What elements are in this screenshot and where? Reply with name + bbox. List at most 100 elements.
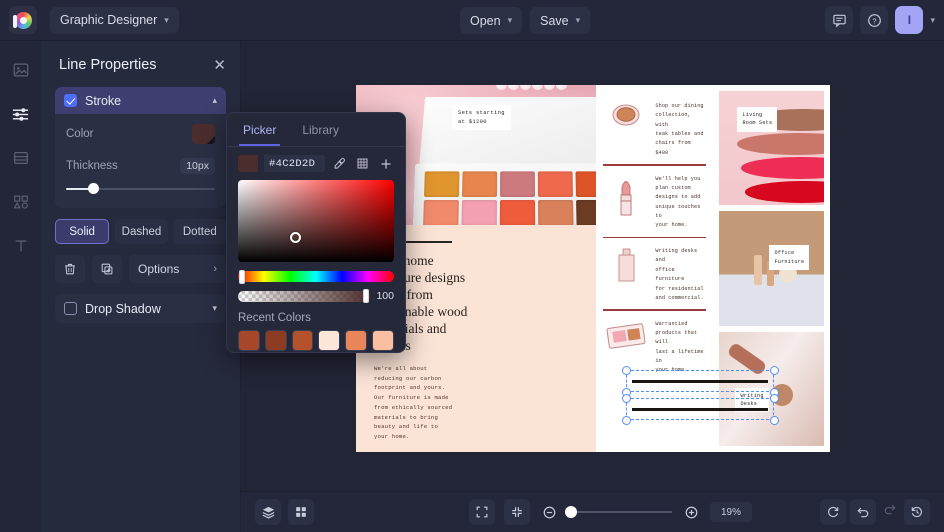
zoom-slider-handle[interactable] (565, 506, 577, 518)
recent-color-swatch[interactable] (318, 330, 341, 351)
grid-view-button[interactable] (288, 499, 314, 525)
chevron-down-icon: ▾ (575, 15, 581, 25)
thickness-value[interactable]: 10px (180, 158, 215, 174)
add-color-button[interactable] (377, 155, 394, 172)
line-style-dotted[interactable]: Dotted (173, 219, 226, 244)
duplicate-button[interactable] (92, 255, 122, 283)
photo-card[interactable]: Living Room Sets (719, 91, 824, 206)
line-style-dashed[interactable]: Dashed (115, 219, 168, 244)
redo-button[interactable] (880, 499, 900, 519)
recent-color-swatch[interactable] (345, 330, 368, 351)
eyedropper-button[interactable] (331, 155, 348, 172)
list-item[interactable]: Writing desks and office furniture for r… (603, 238, 706, 309)
history-button[interactable] (904, 499, 930, 525)
options-button[interactable]: Options › (129, 255, 226, 283)
help-button[interactable]: ? (860, 6, 889, 34)
line-style-segmented-control: Solid Dashed Dotted (55, 219, 226, 244)
account-chevron-down-icon[interactable]: ▾ (930, 15, 935, 26)
thickness-row: Thickness 10px (66, 158, 215, 174)
undo-button[interactable] (850, 499, 876, 525)
stroke-checkbox[interactable] (64, 94, 77, 107)
fullscreen-icon (476, 506, 488, 518)
color-label: Color (66, 128, 94, 140)
makeup-palette (412, 97, 597, 226)
drop-shadow-checkbox[interactable] (64, 302, 77, 315)
zoom-level[interactable]: 19% (710, 502, 752, 522)
list-item[interactable]: We'll help you plan custom designs to ad… (603, 166, 706, 237)
fullscreen-button[interactable] (469, 499, 495, 525)
palette-grid-button[interactable] (354, 155, 371, 172)
comment-button[interactable] (825, 6, 854, 34)
hex-input[interactable]: #4C2D2D (264, 155, 325, 172)
resize-handle-top-right[interactable] (769, 393, 779, 403)
layers-icon (262, 506, 274, 519)
resize-handle-bottom-left[interactable] (621, 415, 631, 425)
close-icon[interactable]: ✕ (213, 58, 226, 73)
artboard[interactable]: Sets starting at $1200 from home furnitu… (356, 85, 830, 452)
saturation-value-area[interactable] (238, 180, 394, 262)
photo-card[interactable]: Office Furniture (719, 211, 824, 326)
save-button[interactable]: Save ▾ (530, 7, 591, 34)
grid-icon (357, 158, 368, 169)
sidebar-item-text[interactable] (8, 233, 34, 259)
alpha-slider[interactable] (238, 289, 371, 303)
user-avatar[interactable]: I (895, 6, 924, 34)
resize-handle-bottom-right[interactable] (769, 415, 779, 425)
recent-color-swatch[interactable] (238, 330, 260, 351)
resize-handle-top-left[interactable] (621, 393, 631, 403)
layers-button[interactable] (255, 499, 281, 525)
recent-color-swatch[interactable] (372, 330, 394, 351)
drop-shadow-label: Drop Shadow (85, 301, 161, 316)
shapes-icon (13, 195, 28, 209)
open-button[interactable]: Open ▾ (460, 7, 523, 34)
chevron-right-icon: › (213, 263, 217, 275)
bottom-bar: 19% (241, 491, 944, 532)
slider-handle[interactable] (88, 183, 100, 194)
sidebar-item-image[interactable] (8, 57, 34, 83)
chevron-down-icon: ▾ (164, 14, 169, 25)
color-row: Color (66, 124, 215, 144)
list-item[interactable]: Shop our dining collection, with teak ta… (603, 93, 706, 164)
list-item-text: Writing desks and office furniture for r… (655, 248, 704, 301)
compact-powder-illustration-icon (603, 100, 649, 130)
zoom-slider[interactable] (565, 506, 672, 518)
color-picker-popup[interactable]: Picker Library #4C2D2D 100 Recent Colors (226, 112, 406, 353)
resize-handle-top-left[interactable] (621, 365, 631, 375)
tab-picker[interactable]: Picker (239, 121, 281, 146)
recent-color-swatch[interactable] (264, 330, 287, 351)
sliders-icon (12, 107, 29, 121)
resize-handle-top-right[interactable] (769, 365, 779, 375)
history-icon (911, 506, 922, 518)
current-color-swatch[interactable] (238, 155, 258, 172)
zoom-out-button[interactable] (539, 502, 559, 522)
chevron-down-icon[interactable]: ▾ (212, 303, 217, 314)
hue-slider-handle[interactable] (239, 269, 245, 284)
chevron-up-icon[interactable]: ▴ (212, 95, 217, 106)
pearls-decoration (496, 85, 567, 90)
tab-library[interactable]: Library (298, 121, 343, 146)
sidebar-item-adjustments[interactable] (8, 101, 34, 127)
recent-color-swatch[interactable] (291, 330, 314, 351)
sv-cursor-handle[interactable] (290, 231, 302, 243)
fit-to-screen-button[interactable] (504, 499, 530, 525)
avatar-initial: I (907, 13, 912, 27)
drop-shadow-section[interactable]: Drop Shadow ▾ (55, 294, 226, 323)
alpha-value[interactable]: 100 (376, 290, 394, 302)
document-title-dropdown[interactable]: Graphic Designer ▾ (50, 6, 179, 34)
delete-button[interactable] (55, 255, 85, 283)
list-item[interactable]: Warrantied products that will last a lif… (603, 311, 706, 382)
help-icon: ? (868, 13, 881, 27)
alpha-slider-handle[interactable] (363, 289, 370, 303)
app-logo[interactable] (9, 6, 37, 34)
card-tag: Living Room Sets (737, 107, 778, 132)
sidebar-item-layout[interactable] (8, 145, 34, 171)
thickness-slider[interactable] (66, 183, 215, 195)
refresh-button[interactable] (820, 499, 846, 525)
hue-slider[interactable] (238, 269, 394, 284)
zoom-in-button[interactable] (681, 502, 701, 522)
line-style-solid[interactable]: Solid (55, 219, 110, 244)
stroke-color-swatch[interactable] (192, 124, 215, 144)
zoom-controls: 19% (469, 499, 752, 525)
sidebar-item-shapes[interactable] (8, 189, 34, 215)
stroke-section-header[interactable]: Stroke ▴ (55, 87, 226, 114)
